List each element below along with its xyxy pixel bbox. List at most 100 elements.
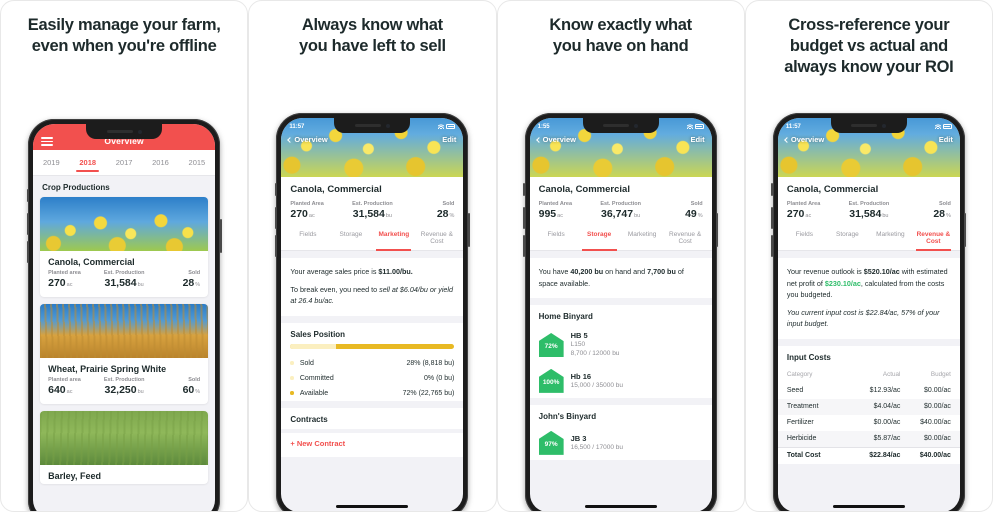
stat-value-sold: 28 [933, 208, 945, 220]
edit-button[interactable]: Edit [939, 135, 953, 144]
cost-category: Fertilizer [786, 419, 814, 427]
input-costs-title: Input Costs [777, 345, 960, 367]
year-tab-2016[interactable]: 2016 [151, 154, 170, 172]
battery-icon [942, 124, 952, 129]
tab-marketing[interactable]: Marketing [621, 226, 664, 250]
section-title: Crop Productions [33, 176, 216, 197]
edit-button[interactable]: Edit [442, 135, 456, 144]
hero-nav-bar: Overview Edit [530, 133, 712, 146]
legend-dot [290, 361, 294, 365]
edit-button[interactable]: Edit [690, 135, 704, 144]
col-header-budget: Budget [930, 371, 951, 379]
cost-budget: $0.00/ac [924, 435, 951, 443]
stat-label-sold: Sold [938, 201, 951, 207]
back-button[interactable]: Overview [784, 135, 825, 144]
tab-fields[interactable]: Fields [783, 226, 826, 250]
wifi-icon [934, 124, 941, 129]
phone-screen-4: 11:57 Overview Edit Canola, Commercial P… [777, 118, 960, 511]
stat-unit-production: bu [882, 213, 889, 219]
home-indicator [336, 504, 409, 508]
cost-category: Herbicide [786, 435, 817, 443]
detail-header: Canola, Commercial Planted Area 270ac Es… [777, 177, 960, 226]
crop-photo-wheat [40, 304, 209, 358]
cost-budget: $40.00/ac [920, 419, 951, 427]
crop-photo-barley [40, 411, 209, 465]
stat-value-area: 270 [48, 277, 66, 289]
net-profit-value: $230.10/ac [824, 278, 861, 288]
crop-card-canola[interactable]: Canola, Commercial Planted area 270ac Es… [40, 197, 209, 297]
total-actual: $22.84/ac [869, 452, 901, 460]
bin-subtitle: L150 [570, 341, 586, 349]
crop-title: Canola, Commercial [786, 184, 879, 195]
gallery-panel-2: Always know what you have left to sell 1… [248, 0, 497, 512]
bin-row-hb5[interactable]: 72% HB 5 L150 8,700 / 12000 bu [529, 326, 712, 364]
tab-revenue-cost[interactable]: Revenue & Cost [664, 226, 707, 250]
chevron-left-icon [784, 136, 790, 143]
stat-unit-production: bu [634, 213, 641, 219]
binyard-title-home: Home Binyard [529, 305, 712, 327]
year-tab-2018[interactable]: 2018 [76, 154, 99, 172]
year-tab-2017[interactable]: 2017 [115, 154, 134, 172]
col-header-category: Category [786, 371, 813, 379]
crop-title: Canola, Commercial [538, 184, 630, 195]
tab-revenue-cost[interactable]: Revenue & Cost [415, 226, 458, 250]
cost-category: Treatment [786, 403, 819, 411]
sales-bar-sold-segment [290, 343, 337, 349]
back-button[interactable]: Overview [287, 135, 328, 144]
cost-budget: $0.00/ac [924, 387, 951, 395]
detail-tab-bar: Fields Storage Marketing Revenue & Cost [529, 226, 712, 251]
bin-row-hb16[interactable]: 100% Hb 16 15,000 / 35000 bu [529, 363, 712, 398]
input-cost-note: You current input cost is $22.84/ac, 57%… [786, 307, 940, 329]
stat-value-production: 32,250 [104, 384, 137, 396]
crop-name: Canola, Commercial [48, 257, 135, 267]
stat-label-area: Planted area [48, 270, 81, 276]
crop-card-wheat[interactable]: Wheat, Prairie Spring White Planted area… [40, 304, 209, 404]
stat-unit-sold: % [195, 282, 201, 288]
stat-label-area: Planted Area [538, 201, 573, 207]
stat-unit-area: ac [805, 213, 812, 219]
stat-label-production: Est. Production [103, 377, 145, 383]
tab-revenue-cost[interactable]: Revenue & Cost [912, 226, 955, 251]
crop-card-barley[interactable]: Barley, Feed [40, 411, 209, 484]
home-indicator [832, 504, 905, 508]
stat-value-sold: 60 [182, 384, 195, 396]
back-label: Overview [790, 135, 825, 144]
tab-storage[interactable]: Storage [826, 226, 869, 250]
tab-fields[interactable]: Fields [286, 226, 329, 250]
tab-storage[interactable]: Storage [329, 226, 372, 250]
legend-dot [290, 376, 294, 380]
stat-label-production: Est. Production [103, 270, 145, 276]
cost-actual: $12.93/ac [869, 387, 901, 395]
crop-stats: Planted Area 270ac Est. Production 31,58… [787, 201, 951, 220]
bin-row-jb3[interactable]: 97% JB 3 16,500 / 17000 bu [529, 425, 712, 460]
tab-marketing[interactable]: Marketing [869, 226, 912, 250]
new-contract-button[interactable]: + New Contract [281, 432, 464, 457]
crop-name: Wheat, Prairie Spring White [48, 364, 167, 374]
year-tab-2015[interactable]: 2015 [188, 154, 207, 172]
legend-row-available: Available 72% (22,765 bu) [281, 385, 464, 401]
stat-value-area: 270 [290, 208, 308, 220]
legend-dot [290, 391, 294, 395]
hero-nav-bar: Overview Edit [281, 133, 463, 146]
tab-fields[interactable]: Fields [535, 226, 578, 250]
year-tab-2019[interactable]: 2019 [42, 154, 61, 172]
legend-value: 0% (0 bu) [424, 374, 455, 382]
bin-fill-badge-icon: 97% [538, 430, 564, 455]
back-button[interactable]: Overview [535, 135, 576, 144]
stat-label-area: Planted area [48, 377, 81, 383]
detail-tab-bar: Fields Storage Marketing Revenue & Cost [281, 226, 464, 251]
wifi-icon [686, 124, 693, 129]
crop-photo-canola [40, 197, 209, 251]
back-label: Overview [542, 135, 576, 144]
binyard-title-johns: John's Binyard [529, 404, 712, 426]
phone-screen-1: Overview 2019 2018 2017 2016 2015 Crop P… [33, 124, 216, 511]
cost-actual: $5.87/ac [873, 435, 901, 443]
stat-value-production: 31,584 [849, 208, 882, 220]
cost-budget: $0.00/ac [924, 403, 951, 411]
input-costs-table: Category Actual Budget Seed $12.93/ac $0… [777, 366, 960, 464]
tab-storage[interactable]: Storage [578, 226, 621, 251]
storage-space-value: 7,700 bu [647, 267, 676, 276]
screenshot-gallery: Easily manage your farm, even when you'r… [0, 0, 993, 512]
tab-marketing[interactable]: Marketing [372, 226, 415, 251]
stat-label-production: Est. Production [848, 201, 890, 207]
